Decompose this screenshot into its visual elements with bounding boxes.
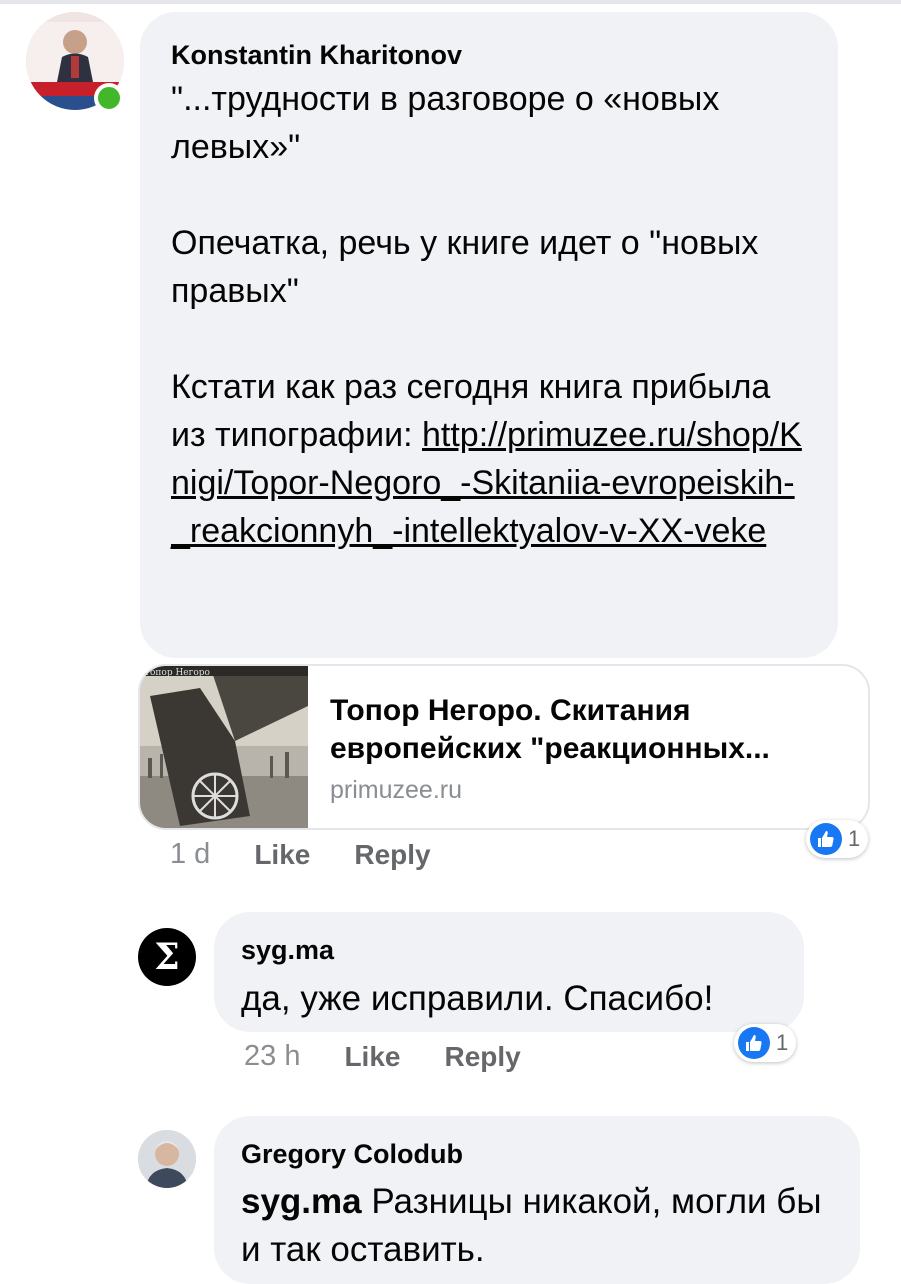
avatar-sygma[interactable]: Σ <box>138 928 196 986</box>
sigma-logo-icon: Σ <box>154 936 180 978</box>
top-divider <box>0 0 901 4</box>
link-preview-title: Топор Негоро. Скитания европейских "реак… <box>330 694 770 765</box>
comment-bubble-konstantin: Konstantin Kharitonov "...трудности в ра… <box>140 12 838 658</box>
comment-author[interactable]: syg.ma <box>241 934 776 966</box>
comment-text: да, уже исправили. Спасибо! <box>241 979 714 1018</box>
comment-actions: 23 h Like Reply <box>244 1040 521 1073</box>
comment-text: "...трудности в разговоре о «новых левых… <box>171 75 808 555</box>
reply-button[interactable]: Reply <box>444 1041 520 1073</box>
thumbs-up-icon <box>810 823 842 855</box>
like-button[interactable]: Like <box>254 839 310 871</box>
comment-body: "...трудности в разговоре о «новых левых… <box>171 80 771 454</box>
comment-text: syg.ma Разницы никакой, могли бы и так о… <box>241 1178 832 1274</box>
online-status-indicator <box>94 83 124 113</box>
reaction-count: 1 <box>776 1030 789 1055</box>
comment-bubble-sygma: syg.ma да, уже исправили. Спасибо! <box>214 912 804 1032</box>
like-button[interactable]: Like <box>344 1041 400 1073</box>
avatar-gregory[interactable] <box>138 1130 196 1188</box>
comment-timestamp[interactable]: 23 h <box>244 1040 300 1073</box>
comment-author[interactable]: Gregory Colodub <box>241 1138 832 1170</box>
link-preview-card[interactable]: Топор Негоро Топор Негоро. Скитания евро… <box>138 664 870 830</box>
thumbnail-caption: Топор Негоро <box>144 668 210 678</box>
reaction-summary[interactable]: 1 <box>806 820 869 858</box>
link-preview-domain: primuzee.ru <box>330 776 462 804</box>
comment-author[interactable]: Konstantin Kharitonov <box>171 36 808 74</box>
comment-bubble-gregory: Gregory Colodub syg.ma Разницы никакой, … <box>214 1116 860 1284</box>
reaction-count: 1 <box>848 826 861 851</box>
comment-timestamp[interactable]: 1 d <box>170 838 210 871</box>
comment-actions: 1 d Like Reply <box>170 838 431 871</box>
thumbs-up-icon <box>738 1027 770 1059</box>
link-preview-thumbnail: Топор Негоро <box>140 666 308 828</box>
reply-button[interactable]: Reply <box>354 839 430 871</box>
reaction-summary[interactable]: 1 <box>734 1024 797 1062</box>
mention-link[interactable]: syg.ma <box>241 1182 362 1221</box>
